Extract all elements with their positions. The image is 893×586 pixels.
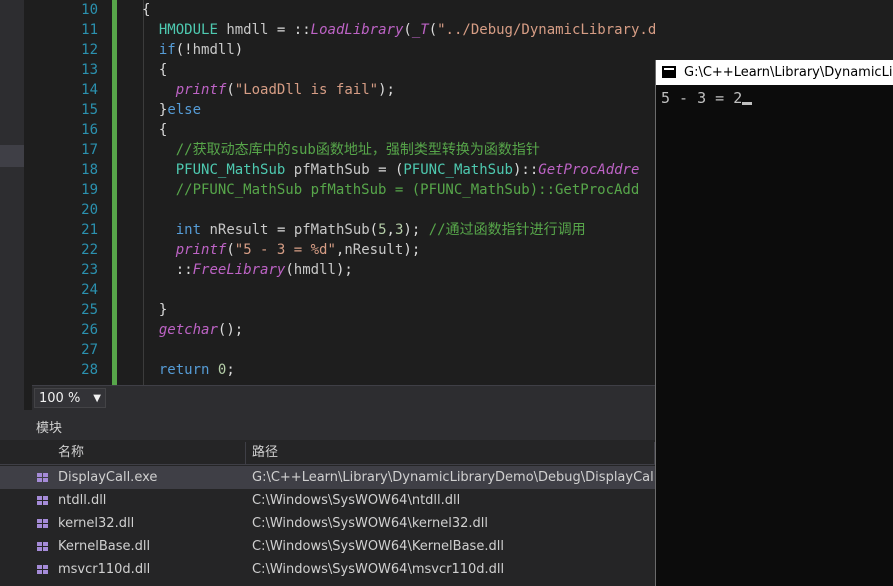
- module-name: kernel32.dll: [58, 516, 135, 531]
- code-line[interactable]: 23 ::FreeLibrary(hmdll);: [32, 260, 655, 280]
- module-path: C:\Windows\SysWOW64\msvcr110d.dll: [252, 562, 505, 577]
- line-number: 13: [81, 62, 98, 78]
- left-toolbox-strip: [0, 0, 25, 410]
- modules-table-header: 名称 路径: [0, 442, 655, 465]
- column-header-path[interactable]: 路径: [246, 442, 655, 464]
- line-number: 19: [81, 182, 98, 198]
- modules-panel-title: 模块: [0, 418, 655, 440]
- console-title: G:\C++Learn\Library\DynamicLibr: [684, 65, 893, 80]
- column-header-name[interactable]: 名称: [52, 442, 246, 464]
- line-number: 20: [81, 202, 98, 218]
- line-number: 23: [81, 262, 98, 278]
- code-text[interactable]: {: [142, 60, 167, 80]
- line-number: 17: [81, 142, 98, 158]
- module-path: C:\Windows\SysWOW64\KernelBase.dll: [252, 539, 504, 554]
- code-line[interactable]: 19 //PFUNC_MathSub pfMathSub = (PFUNC_Ma…: [32, 180, 655, 200]
- code-text[interactable]: {: [142, 120, 167, 140]
- code-line[interactable]: 12 if(!hmdll): [32, 40, 655, 60]
- code-text[interactable]: printf("LoadDll is fail");: [142, 80, 395, 100]
- console-window[interactable]: G:\C++Learn\Library\DynamicLibr 5 - 3 = …: [655, 60, 893, 586]
- module-icon: [37, 473, 48, 482]
- code-line[interactable]: 15 }else: [32, 100, 655, 120]
- code-line[interactable]: 27: [32, 340, 655, 360]
- module-icon: [37, 565, 48, 574]
- code-text[interactable]: }: [142, 300, 167, 320]
- code-line[interactable]: 11 HMODULE hmdll = ::LoadLibrary(_T("../…: [32, 20, 655, 40]
- code-line[interactable]: 24: [32, 280, 655, 300]
- code-line[interactable]: 10 {: [32, 0, 655, 20]
- line-number: 25: [81, 302, 98, 318]
- editor-status-bar: 100 % ▼: [32, 385, 655, 411]
- console-output: 5 - 3 = 2: [661, 89, 753, 107]
- line-number: 21: [81, 222, 98, 238]
- code-text[interactable]: ::FreeLibrary(hmdll);: [142, 260, 353, 280]
- module-icon: [37, 519, 48, 528]
- zoom-value: 100 %: [39, 391, 81, 406]
- line-number: 16: [81, 122, 98, 138]
- code-editor[interactable]: 10{11 HMODULE hmdll = ::LoadLibrary(_T("…: [32, 0, 655, 385]
- code-text[interactable]: }else: [142, 100, 201, 120]
- module-icon: [37, 542, 48, 551]
- code-text[interactable]: if(!hmdll): [142, 40, 243, 60]
- table-row[interactable]: DisplayCall.exe G:\C++Learn\Library\Dynam…: [0, 466, 685, 489]
- line-number: 24: [81, 282, 98, 298]
- line-number: 27: [81, 342, 98, 358]
- code-line[interactable]: 16 {: [32, 120, 655, 140]
- zoom-dropdown[interactable]: 100 % ▼: [34, 388, 106, 408]
- code-text[interactable]: //获取动态库中的sub函数地址，强制类型转换为函数指针: [142, 140, 540, 160]
- module-name: KernelBase.dll: [58, 539, 151, 554]
- table-row[interactable]: ntdll.dll C:\Windows\SysWOW64\ntdll.dll: [0, 489, 655, 512]
- code-line[interactable]: 17 //获取动态库中的sub函数地址，强制类型转换为函数指针: [32, 140, 655, 160]
- line-number: 28: [81, 362, 98, 378]
- code-text[interactable]: HMODULE hmdll = ::LoadLibrary(_T("../Deb…: [142, 20, 655, 40]
- line-number: 11: [81, 22, 98, 38]
- module-path: C:\Windows\SysWOW64\ntdll.dll: [252, 493, 461, 508]
- code-line[interactable]: 18 PFUNC_MathSub pfMathSub = (PFUNC_Math…: [32, 160, 655, 180]
- code-line[interactable]: 26 getchar();: [32, 320, 655, 340]
- table-row[interactable]: msvcr110d.dll C:\Windows\SysWOW64\msvcr11…: [0, 558, 655, 581]
- text-cursor: [742, 102, 753, 105]
- code-text[interactable]: //PFUNC_MathSub pfMathSub = (PFUNC_MathS…: [142, 180, 640, 200]
- line-number: 10: [81, 2, 98, 18]
- console-title-bar[interactable]: G:\C++Learn\Library\DynamicLibr: [656, 60, 893, 85]
- line-number: 26: [81, 322, 98, 338]
- code-text[interactable]: printf("5 - 3 = %d",nResult);: [142, 240, 421, 260]
- code-text[interactable]: int nResult = pfMathSub(5,3); //通过函数指针进行…: [142, 220, 586, 240]
- line-number: 15: [81, 102, 98, 118]
- code-line[interactable]: 13 {: [32, 60, 655, 80]
- line-number: 22: [81, 242, 98, 258]
- code-line[interactable]: 22 printf("5 - 3 = %d",nResult);: [32, 240, 655, 260]
- console-app-icon: [662, 66, 676, 78]
- module-path: G:\C++Learn\Library\DynamicLibraryDemo\D…: [252, 470, 685, 485]
- table-row[interactable]: kernel32.dll C:\Windows\SysWOW64\kernel32…: [0, 512, 655, 535]
- code-text[interactable]: PFUNC_MathSub pfMathSub = (PFUNC_MathSub…: [142, 160, 640, 180]
- code-line[interactable]: 20: [32, 200, 655, 220]
- code-line[interactable]: 25 }: [32, 300, 655, 320]
- code-line[interactable]: 14 printf("LoadDll is fail");: [32, 80, 655, 100]
- module-path: C:\Windows\SysWOW64\kernel32.dll: [252, 516, 489, 531]
- code-text[interactable]: getchar();: [142, 320, 243, 340]
- module-name: msvcr110d.dll: [58, 562, 151, 577]
- line-number: 12: [81, 42, 98, 58]
- table-row[interactable]: KernelBase.dll C:\Windows\SysWOW64\Kernel…: [0, 535, 655, 558]
- module-name: ntdll.dll: [58, 493, 107, 508]
- dropdown-arrow-icon[interactable]: ▼: [93, 389, 101, 409]
- toolbox-tab[interactable]: [0, 145, 24, 167]
- line-number: 14: [81, 82, 98, 98]
- code-line[interactable]: 21 int nResult = pfMathSub(5,3); //通过函数指…: [32, 220, 655, 240]
- module-name: DisplayCall.exe: [58, 470, 158, 485]
- module-icon: [37, 496, 48, 505]
- code-text[interactable]: {: [142, 0, 150, 20]
- modules-panel: 模块 名称 路径 DisplayCall.exe G:\C++Learn\Libr…: [0, 418, 685, 586]
- code-line[interactable]: 28 return 0;: [32, 360, 655, 380]
- line-number: 18: [81, 162, 98, 178]
- code-text[interactable]: return 0;: [142, 360, 235, 380]
